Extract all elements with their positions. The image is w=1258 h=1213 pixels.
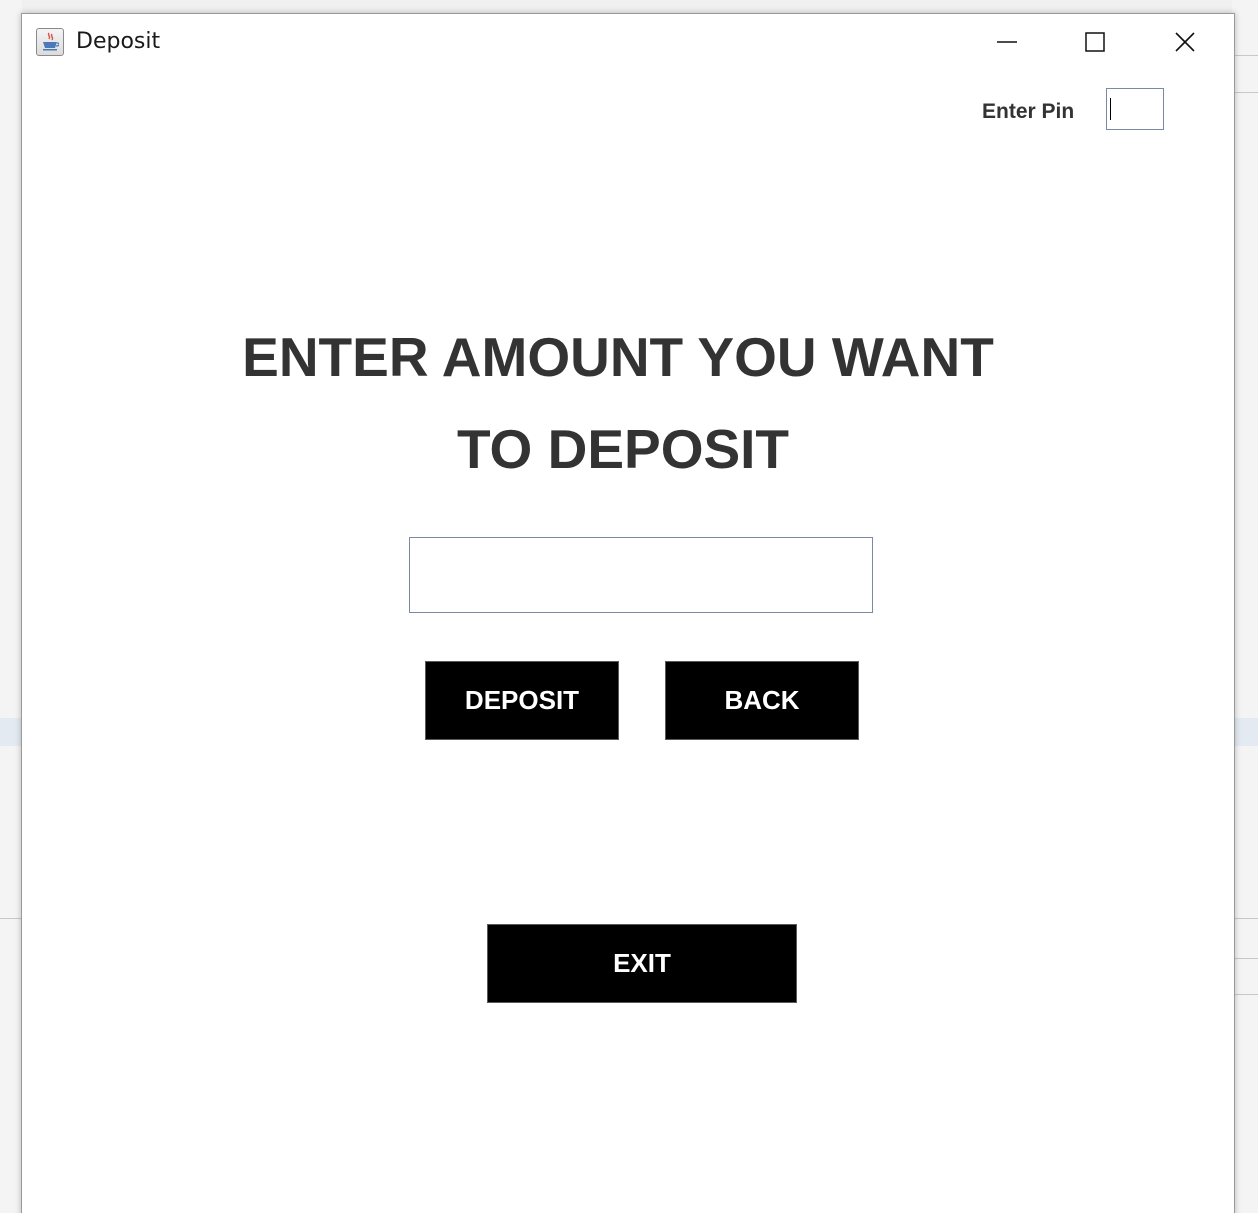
background-divider	[1232, 918, 1258, 919]
exit-button[interactable]: EXIT	[487, 924, 797, 1003]
content-panel: Enter Pin ENTER AMOUNT YOU WANT TO DEPOS…	[22, 70, 1234, 1213]
background-divider	[1232, 92, 1258, 93]
background-divider	[1232, 994, 1258, 995]
java-cup-icon	[36, 28, 64, 56]
background-divider	[1232, 958, 1258, 959]
background-highlight-band	[1232, 718, 1258, 746]
background-highlight-band	[0, 718, 22, 746]
close-icon	[1175, 32, 1195, 52]
minimize-icon	[997, 41, 1017, 43]
maximize-button[interactable]	[1050, 14, 1140, 70]
heading-line-2: TO DEPOSIT	[456, 418, 790, 480]
deposit-button[interactable]: DEPOSIT	[425, 661, 619, 740]
amount-input[interactable]	[409, 537, 873, 613]
back-button[interactable]: BACK	[665, 661, 859, 740]
desktop: Deposit Enter Pin ENTER AMOUNT YOU WANT …	[0, 0, 1258, 1213]
background-ide-right	[1232, 0, 1258, 1213]
title-bar[interactable]: Deposit	[22, 14, 1234, 70]
background-divider	[1232, 55, 1258, 56]
text-caret	[1110, 98, 1111, 120]
close-button[interactable]	[1140, 14, 1230, 70]
heading-line-1: ENTER AMOUNT YOU WANT	[242, 326, 994, 388]
deposit-window: Deposit Enter Pin ENTER AMOUNT YOU WANT …	[21, 13, 1235, 1213]
minimize-button[interactable]	[962, 14, 1052, 70]
maximize-icon	[1085, 32, 1105, 52]
background-divider	[0, 918, 22, 919]
pin-label: Enter Pin	[982, 100, 1075, 123]
window-title: Deposit	[76, 29, 161, 54]
pin-input[interactable]	[1106, 88, 1164, 130]
background-ide-left	[0, 0, 22, 1213]
